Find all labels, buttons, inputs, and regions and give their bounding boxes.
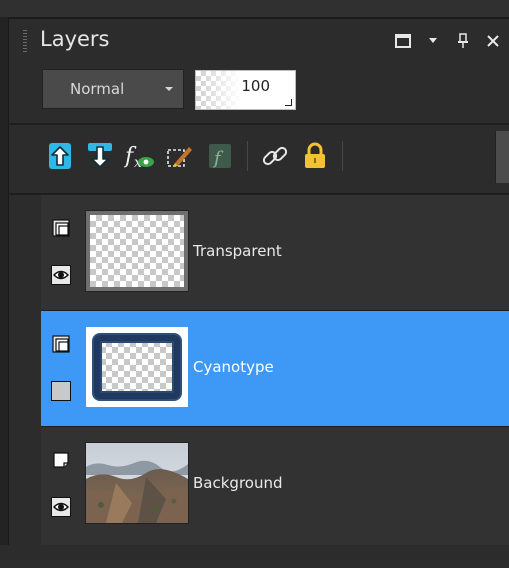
layer-styles-fx-icon[interactable]: f x — [120, 136, 160, 176]
landscape-thumbnail-image — [86, 443, 188, 523]
layer-type-icon — [52, 335, 70, 353]
layer-row-background[interactable]: Background — [41, 427, 509, 543]
eye-icon[interactable] — [51, 265, 71, 285]
panel-title: Layers — [40, 27, 110, 51]
script-icon[interactable]: f — [200, 136, 240, 176]
blend-mode-value: Normal — [70, 80, 125, 98]
left-dock-strip — [0, 17, 9, 568]
panel-grip[interactable] — [23, 30, 27, 52]
layer-type-icon — [53, 452, 69, 468]
layer-thumbnail — [85, 442, 189, 524]
toolbar-overflow-button[interactable] — [495, 131, 509, 183]
visibility-toggle-icon[interactable] — [51, 381, 71, 401]
toolbar-divider — [247, 141, 248, 171]
move-layer-down-icon[interactable] — [80, 136, 120, 176]
blend-mode-dropdown[interactable]: Normal — [42, 69, 184, 109]
resize-corner-icon — [285, 99, 292, 106]
move-layer-up-icon[interactable] — [40, 136, 80, 176]
layer-name: Cyanotype — [193, 358, 274, 376]
lock-icon[interactable] — [295, 136, 335, 176]
eye-icon[interactable] — [51, 497, 71, 517]
divider — [8, 123, 509, 125]
pin-icon[interactable] — [453, 31, 473, 51]
layer-row-transparent[interactable]: Transparent — [41, 195, 509, 311]
close-icon[interactable] — [483, 31, 503, 51]
panel-menu-icon[interactable] — [423, 31, 443, 51]
opacity-field[interactable]: 100 — [195, 70, 296, 110]
layer-thumbnail — [86, 327, 188, 407]
toolbar-divider — [342, 141, 343, 171]
edit-selection-icon[interactable] — [160, 136, 200, 176]
layers-toolbar: f x f — [40, 136, 350, 176]
maximize-icon[interactable] — [393, 31, 413, 51]
panel-footer — [0, 545, 509, 568]
opacity-value: 100 — [241, 77, 270, 95]
layers-list: Transparent Cyanotype Background — [41, 195, 509, 545]
chevron-down-icon — [165, 87, 173, 91]
top-bar — [0, 0, 509, 19]
layer-name: Background — [193, 474, 283, 492]
panel-window-controls — [393, 30, 503, 52]
link-icon[interactable] — [255, 136, 295, 176]
layer-thumbnail — [85, 210, 189, 292]
layer-name: Transparent — [193, 242, 282, 260]
layer-row-cyanotype[interactable]: Cyanotype — [41, 311, 509, 427]
layer-type-icon — [52, 219, 70, 237]
